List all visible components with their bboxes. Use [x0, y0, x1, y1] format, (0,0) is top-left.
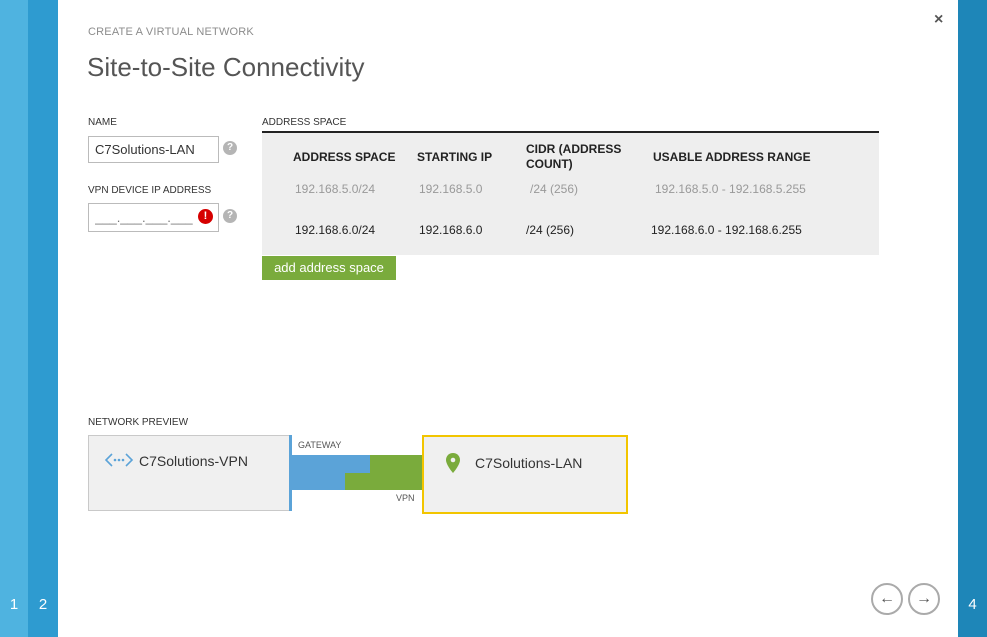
gateway-connector — [292, 455, 422, 490]
virtual-network-icon — [104, 453, 134, 467]
wizard-step-4[interactable]: 4 — [958, 0, 987, 637]
lan-node-label: C7Solutions-LAN — [475, 455, 583, 471]
wizard-dialog — [58, 0, 958, 637]
row2-address-space[interactable]: 192.168.6.0/24 — [295, 223, 375, 237]
location-pin-icon — [446, 453, 460, 473]
gateway-label: GATEWAY — [298, 440, 342, 450]
address-space-table: ADDRESS SPACE STARTING IP CIDR (ADDRESS … — [262, 131, 879, 255]
vpn-node-label: C7Solutions-VPN — [139, 453, 248, 469]
add-address-space-button[interactable]: add address space — [262, 256, 396, 280]
vpn-node: C7Solutions-VPN — [88, 435, 290, 511]
lan-node[interactable]: C7Solutions-LAN — [422, 435, 628, 514]
name-input[interactable] — [88, 136, 219, 163]
name-help-icon[interactable]: ? — [223, 141, 237, 155]
back-button[interactable]: ← — [871, 583, 903, 615]
column-header-starting-ip: STARTING IP — [417, 150, 493, 164]
vpn-ip-label: VPN DEVICE IP ADDRESS — [88, 185, 212, 196]
row1-usable-range: 192.168.5.0 - 192.168.5.255 — [655, 182, 806, 196]
row1-address-space: 192.168.5.0/24 — [295, 182, 376, 196]
wizard-step-2[interactable]: 2 — [28, 0, 58, 637]
row1-cidr: /24 (256) — [530, 182, 579, 196]
network-preview-label: NETWORK PREVIEW — [88, 417, 189, 428]
vpn-label: VPN — [396, 493, 415, 503]
vpn-ip-help-icon[interactable]: ? — [223, 209, 237, 223]
column-header-address-space: ADDRESS SPACE — [293, 150, 396, 164]
name-label: NAME — [88, 117, 117, 128]
step-number-4: 4 — [968, 596, 977, 613]
wizard-step-1[interactable]: 1 — [0, 0, 28, 637]
page-title: Site-to-Site Connectivity — [87, 52, 365, 82]
row2-starting-ip[interactable]: 192.168.6.0 — [419, 223, 482, 237]
step-number-2: 2 — [38, 596, 48, 613]
row2-usable-range: 192.168.6.0 - 192.168.6.255 — [651, 223, 802, 237]
step-number-1: 1 — [9, 596, 19, 613]
column-header-cidr: CIDR (ADDRESS COUNT) — [526, 142, 622, 171]
row1-starting-ip: 192.168.5.0 — [419, 182, 483, 196]
error-icon: ! — [198, 209, 213, 224]
wizard-eyebrow: CREATE A VIRTUAL NETWORK — [88, 26, 254, 38]
close-button[interactable]: × — [934, 11, 943, 29]
next-button[interactable]: → — [908, 583, 940, 615]
row2-cidr[interactable]: /24 (256) — [526, 223, 574, 237]
column-header-usable-range: USABLE ADDRESS RANGE — [653, 150, 811, 164]
address-space-label: ADDRESS SPACE — [262, 117, 347, 128]
